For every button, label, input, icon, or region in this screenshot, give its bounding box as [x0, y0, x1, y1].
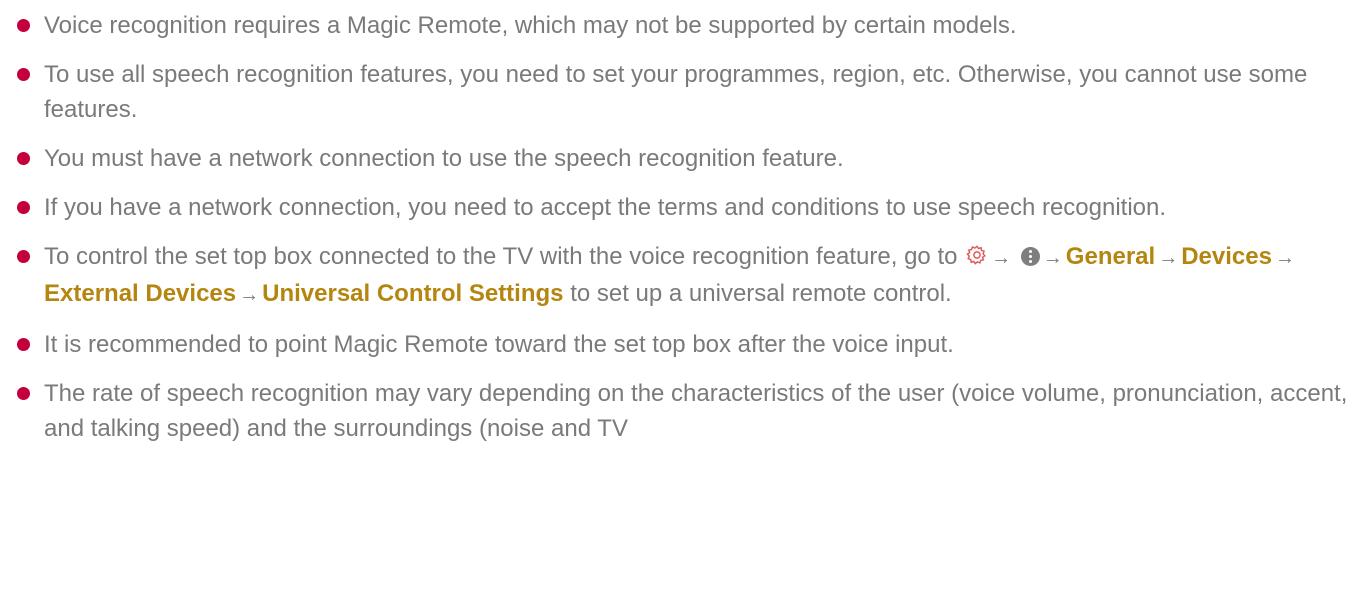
note-text: You must have a network connection to us…	[44, 145, 844, 172]
bullet-icon	[17, 387, 30, 400]
path-external-devices: External Devices	[44, 280, 237, 307]
note-text: Voice recognition requires a Magic Remot…	[44, 12, 1017, 39]
note-text: If you have a network connection, you ne…	[44, 194, 1167, 221]
path-universal-control-settings: Universal Control Settings	[262, 280, 564, 307]
arrow-right-icon: →	[991, 247, 1012, 269]
path-general: General	[1065, 243, 1156, 270]
bullet-icon	[17, 201, 30, 214]
bullet-icon	[17, 68, 30, 81]
arrow-right-icon: →	[1274, 247, 1295, 269]
arrow-right-icon: →	[1042, 247, 1063, 269]
note-text: It is recommended to point Magic Remote …	[44, 331, 954, 358]
note-item: It is recommended to point Magic Remote …	[0, 327, 1371, 362]
bullet-icon	[17, 250, 30, 263]
note-item-settings-path: To control the set top box connected to …	[0, 239, 1371, 313]
note-item: If you have a network connection, you ne…	[0, 190, 1371, 225]
note-item: Voice recognition requires a Magic Remot…	[0, 8, 1371, 43]
note-text: The rate of speech recognition may vary …	[44, 380, 1348, 442]
note-item: The rate of speech recognition may vary …	[0, 376, 1371, 446]
note-text-suffix: to set up a universal remote control.	[570, 280, 952, 307]
path-devices: Devices	[1181, 243, 1272, 270]
arrow-right-icon: →	[239, 284, 260, 306]
note-text: To use all speech recognition features, …	[44, 61, 1308, 123]
bullet-icon	[17, 152, 30, 165]
note-item: To use all speech recognition features, …	[0, 57, 1371, 127]
more-menu-icon	[1020, 247, 1040, 266]
notes-list: Voice recognition requires a Magic Remot…	[0, 8, 1371, 460]
note-text-prefix: To control the set top box connected to …	[44, 243, 958, 270]
bullet-icon	[17, 19, 30, 32]
arrow-right-icon: →	[1158, 247, 1179, 269]
note-item: You must have a network connection to us…	[0, 141, 1371, 176]
gear-icon	[966, 241, 988, 276]
bullet-icon	[17, 338, 30, 351]
